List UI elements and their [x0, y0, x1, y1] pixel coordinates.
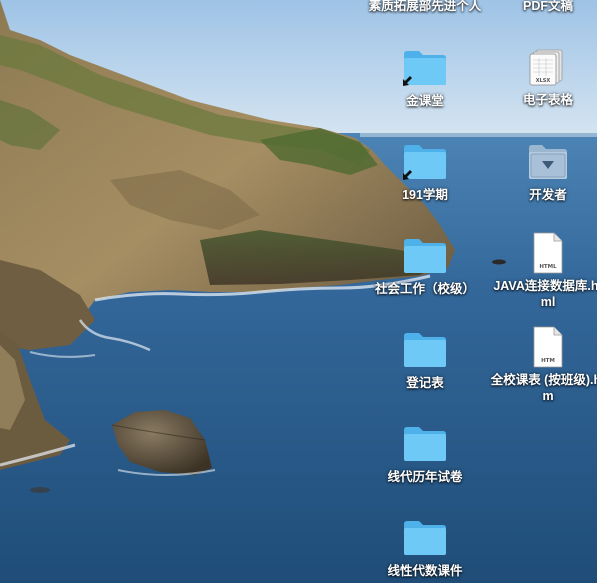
icon-label: 191学期 [402, 188, 448, 202]
icon-label: 开发者 [529, 188, 567, 202]
svg-text:HTML: HTML [539, 264, 557, 270]
folder-icon [404, 521, 446, 555]
desktop-icon-dengjibiao-folder[interactable]: 登记表 [365, 331, 485, 391]
icon-label: 素质拓展部先进个人 [368, 0, 482, 13]
desktop-icon-developer-folder[interactable]: 开发者 [488, 143, 597, 203]
desktop-icon-pdf-folder[interactable]: PDF文稿 [488, 0, 597, 14]
desktop-icon-jinketang-folder[interactable]: 金课堂 [365, 49, 485, 109]
spreadsheet-stack-icon: XLSX [529, 49, 563, 86]
icon-label: 社会工作（校级） [374, 282, 475, 296]
folder-alias-icon [403, 145, 446, 180]
icon-label: 线性代数课件 [387, 564, 463, 578]
htm-file-icon: HTM [533, 326, 563, 368]
desktop-icon-shehui-folder[interactable]: 社会工作（校级） [365, 237, 485, 297]
desktop-icon-xianxing-kejian-folder[interactable]: 线性代数课件 [365, 519, 485, 579]
icon-label: JAVA连接数据库.html [493, 279, 597, 309]
icon-label: 电子表格 [522, 93, 573, 107]
icon-label: PDF文稿 [522, 0, 573, 13]
folder-icon [404, 427, 446, 461]
svg-text:XLSX: XLSX [536, 78, 551, 84]
developer-folder-icon [529, 145, 567, 179]
html-file-icon: HTML [533, 232, 563, 274]
icon-label: 全校课表 (按班级).htm [490, 373, 597, 403]
desktop-icon-java-html-file[interactable]: HTML JAVA连接数据库.html [488, 232, 597, 310]
desktop-icon-xiandai-shijuan-folder[interactable]: 线代历年试卷 [365, 425, 485, 485]
desktop-icon-spreadsheet-folder[interactable]: XLSX 电子表格 [488, 48, 597, 108]
icon-label: 登记表 [406, 376, 444, 390]
icon-label: 金课堂 [406, 94, 444, 108]
desktop-icon-191-folder[interactable]: 191学期 [365, 143, 485, 203]
desktop-icon-kebiao-htm-file[interactable]: HTM 全校课表 (按班级).htm [488, 326, 597, 404]
desktop-icon-suzhi-folder[interactable]: 素质拓展部先进个人 [365, 0, 485, 14]
folder-alias-icon [403, 51, 446, 86]
folder-icon [404, 239, 446, 273]
folder-icon [404, 333, 446, 367]
svg-text:HTM: HTM [541, 358, 555, 364]
icon-label: 线代历年试卷 [387, 470, 463, 484]
